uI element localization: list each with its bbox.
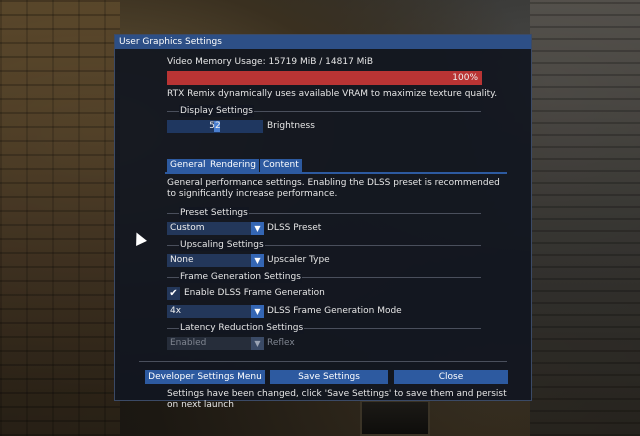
reflex-combo: Enabled ▼ [167, 337, 264, 350]
reflex-value: Enabled [170, 338, 207, 348]
brightness-value: 52 [209, 121, 221, 131]
chevron-down-icon[interactable]: ▼ [251, 254, 264, 267]
save-settings-button[interactable]: Save Settings [270, 370, 388, 384]
settings-changed-notice-line1: Settings have been changed, click 'Save … [167, 389, 507, 399]
dlss-preset-combo[interactable]: Custom ▼ [167, 222, 264, 235]
enable-frame-generation-label[interactable]: Enable DLSS Frame Generation [184, 287, 325, 300]
upscaler-type-combo[interactable]: None ▼ [167, 254, 264, 267]
dlss-preset-value: Custom [170, 223, 205, 233]
dlss-preset-label: DLSS Preset [267, 223, 322, 233]
upscaling-settings-heading: Upscaling Settings [179, 239, 265, 251]
upscaler-type-value: None [170, 255, 194, 265]
enable-frame-generation-checkbox[interactable]: ✔ [167, 287, 180, 300]
frame-generation-settings-heading: Frame Generation Settings [179, 271, 302, 283]
frame-generation-mode-label: DLSS Frame Generation Mode [267, 306, 402, 316]
chevron-down-icon: ▼ [251, 337, 264, 350]
tab-general[interactable]: General [167, 159, 209, 172]
tab-underline [165, 172, 507, 174]
footer-divider [139, 361, 507, 362]
tab-rendering[interactable]: Rendering [207, 159, 259, 172]
brightness-label: Brightness [267, 121, 315, 131]
background-wall-right [530, 0, 640, 436]
vram-percent: 100% [452, 73, 478, 83]
chevron-down-icon[interactable]: ▼ [251, 305, 264, 318]
chevron-down-icon[interactable]: ▼ [251, 222, 264, 235]
general-description-line2: to significantly increase performance. [167, 189, 338, 199]
brightness-slider[interactable]: 52 [167, 120, 263, 133]
dialog-content: Video Memory Usage: 15719 MiB / 14817 Mi… [115, 49, 531, 410]
frame-generation-mode-value: 4x [170, 306, 182, 316]
vram-progress-fill [167, 71, 482, 85]
background-wall-left [0, 0, 120, 436]
upscaler-type-label: Upscaler Type [267, 255, 330, 265]
developer-settings-menu-button[interactable]: Developer Settings Menu [145, 370, 265, 384]
close-button[interactable]: Close [394, 370, 508, 384]
user-graphics-settings-dialog: User Graphics Settings Video Memory Usag… [114, 34, 532, 410]
checkmark-icon: ✔ [169, 288, 178, 299]
vram-usage-label: Video Memory Usage: 15719 MiB / 14817 Mi… [167, 57, 374, 67]
display-settings-header[interactable]: Display Settings [167, 105, 481, 117]
preset-settings-header[interactable]: Preset Settings [167, 207, 481, 219]
frame-generation-mode-combo[interactable]: 4x ▼ [167, 305, 264, 318]
dialog-title[interactable]: User Graphics Settings [115, 35, 531, 49]
tab-content[interactable]: Content [260, 159, 302, 172]
display-settings-heading: Display Settings [179, 105, 254, 117]
general-description-line1: General performance settings. Enabling t… [167, 178, 500, 188]
settings-changed-notice-line2: on next launch [167, 400, 234, 410]
latency-reduction-settings-heading: Latency Reduction Settings [179, 322, 305, 334]
vram-progress-bar: 100% [167, 71, 482, 85]
frame-generation-settings-header[interactable]: Frame Generation Settings [167, 271, 481, 283]
latency-reduction-settings-header[interactable]: Latency Reduction Settings [167, 322, 481, 334]
background-window [360, 400, 430, 436]
upscaling-settings-header[interactable]: Upscaling Settings [167, 239, 481, 251]
preset-settings-heading: Preset Settings [179, 207, 249, 219]
vram-note: RTX Remix dynamically uses available VRA… [167, 89, 498, 99]
reflex-label: Reflex [267, 338, 295, 348]
